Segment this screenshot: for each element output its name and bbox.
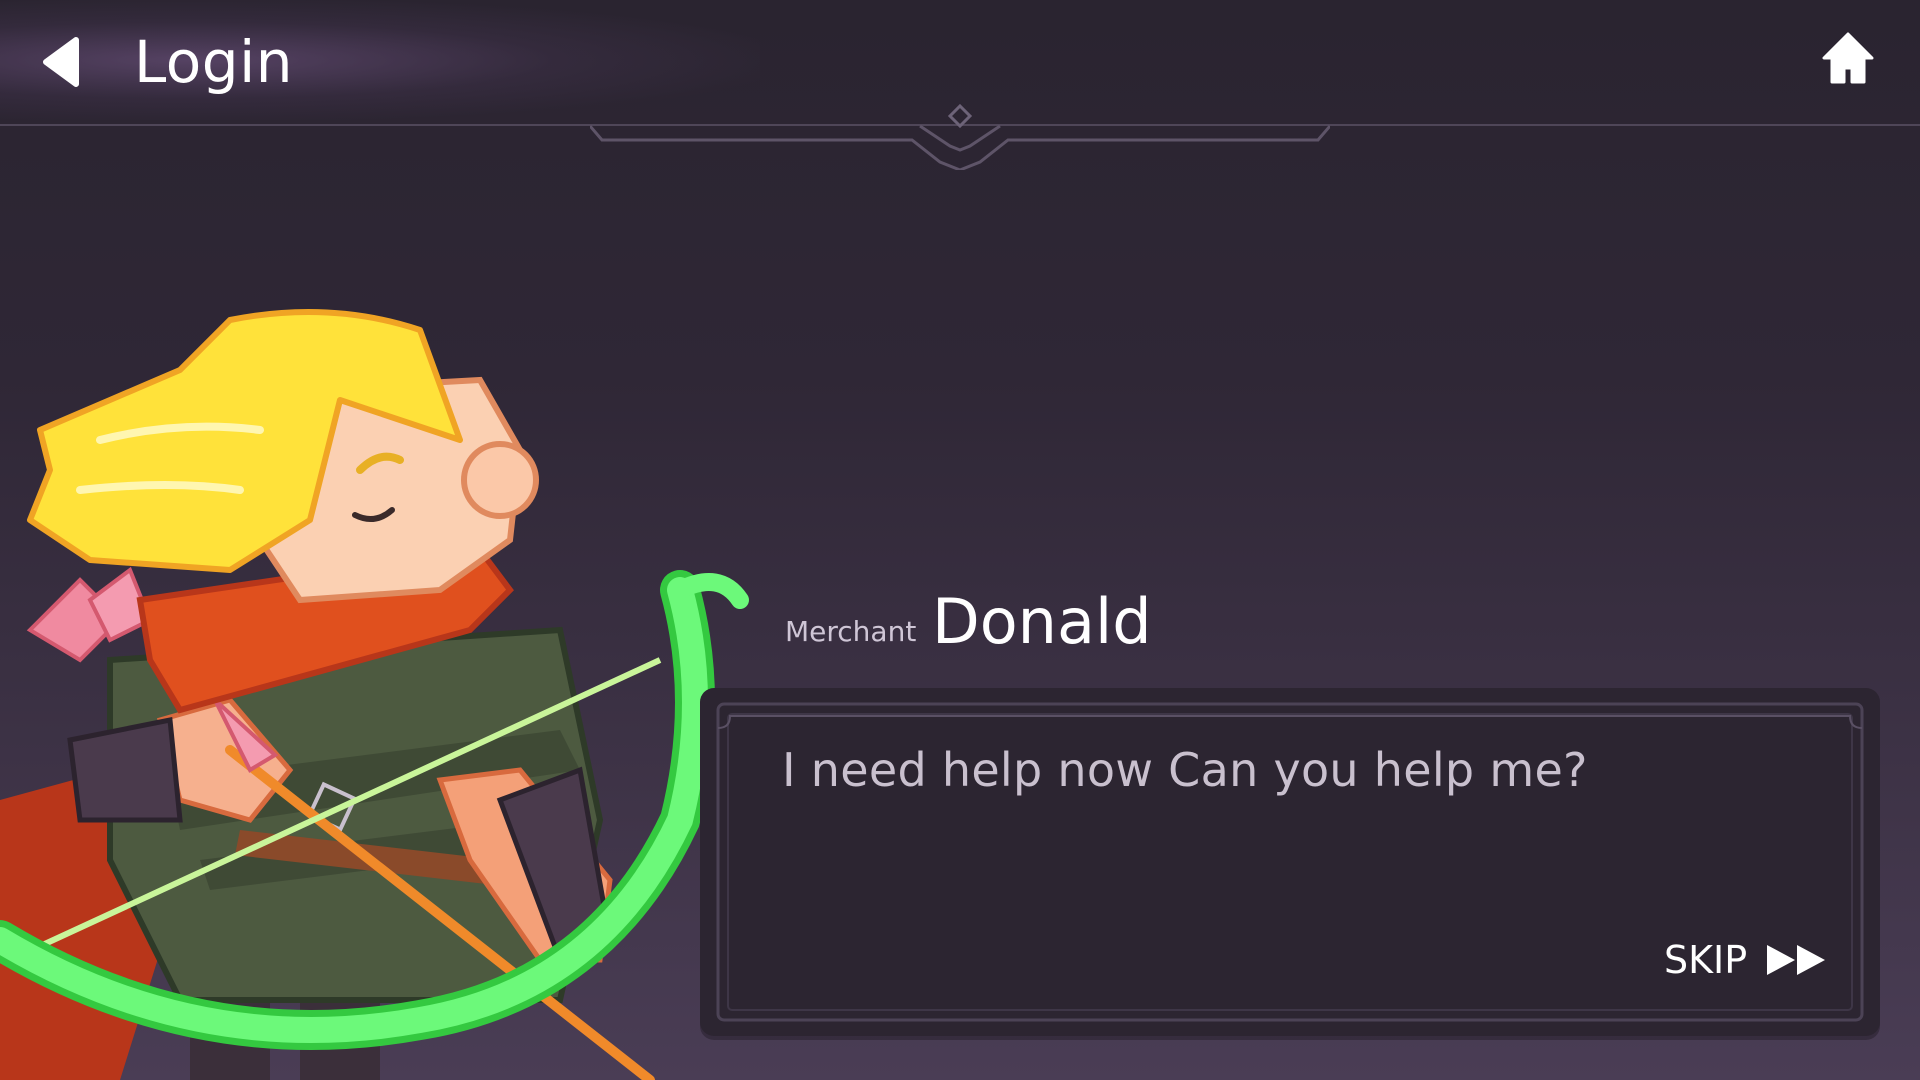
header-ornament: [590, 103, 1330, 170]
archer-character-illustration: [0, 309, 749, 1080]
fast-forward-icon: [1767, 945, 1826, 975]
dialog-box[interactable]: I need help now Can you help me? SKIP: [700, 688, 1880, 1036]
page-title: Login: [134, 28, 293, 96]
skip-label: SKIP: [1664, 938, 1748, 982]
speaker-name: Donald: [932, 585, 1152, 658]
back-button[interactable]: [40, 36, 88, 88]
speaker-role: Merchant: [785, 615, 917, 648]
dialog-message: I need help now Can you help me?: [782, 743, 1588, 797]
home-button[interactable]: [1820, 30, 1876, 86]
home-icon: [1822, 32, 1874, 84]
skip-button[interactable]: SKIP: [1664, 932, 1829, 988]
back-arrow-icon: [43, 37, 79, 87]
